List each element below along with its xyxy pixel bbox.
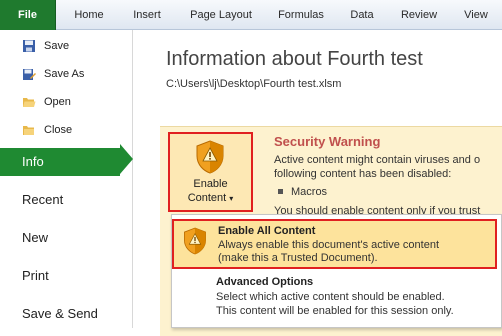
close-file-icon xyxy=(23,126,34,135)
file-path: C:\Users\lj\Desktop\Fourth test.xlsm xyxy=(166,78,342,90)
save-as-icon xyxy=(23,69,36,80)
advanced-options-desc1: Select which active content should be en… xyxy=(216,291,445,303)
backstage-nav: Save Save As Open Close Info Recent New … xyxy=(0,30,133,328)
advanced-options-desc2: This content will be enabled for this se… xyxy=(216,305,454,317)
nav-print[interactable]: Print xyxy=(0,262,133,290)
page-title: Information about Fourth test xyxy=(166,48,423,70)
nav-save-send[interactable]: Save & Send xyxy=(0,300,133,328)
shield-warning-icon xyxy=(196,140,224,174)
ribbon-tab-bar: File Home Insert Page Layout Formulas Da… xyxy=(0,0,502,30)
enable-all-content-desc2: (make this a Trusted Document). xyxy=(218,252,378,264)
save-as-label: Save As xyxy=(44,68,85,80)
enable-content-dropdown: Enable All Content Always enable this do… xyxy=(171,214,502,328)
close-label: Close xyxy=(44,124,73,136)
dropdown-arrow-icon: ▾ xyxy=(229,194,234,203)
enable-content-button[interactable]: Enable Content ▾ xyxy=(168,132,253,212)
tab-view[interactable]: View xyxy=(456,0,496,30)
folder-open-icon xyxy=(23,98,36,107)
tab-page-layout[interactable]: Page Layout xyxy=(182,0,260,30)
disabled-content-item: Macros xyxy=(291,186,328,198)
enable-all-content-option[interactable]: Enable All Content Always enable this do… xyxy=(172,219,497,269)
enable-button-label-line1: Enable xyxy=(193,178,228,190)
security-warning-line1: Active content might contain viruses and… xyxy=(274,154,481,166)
save-label: Save xyxy=(44,40,70,52)
nav-recent[interactable]: Recent xyxy=(0,186,133,214)
enable-button-label-line2: Content xyxy=(187,192,227,204)
tab-file[interactable]: File xyxy=(0,0,56,30)
tab-review[interactable]: Review xyxy=(394,0,444,30)
tab-data[interactable]: Data xyxy=(342,0,382,30)
nav-info[interactable]: Info xyxy=(0,148,120,176)
tab-formulas[interactable]: Formulas xyxy=(270,0,332,30)
shield-warning-icon xyxy=(184,227,206,255)
security-warning-title: Security Warning xyxy=(274,134,381,149)
nav-new[interactable]: New xyxy=(0,224,133,252)
advanced-options-option[interactable]: Advanced Options Select which active con… xyxy=(172,273,501,325)
tab-home[interactable]: Home xyxy=(66,0,112,30)
open-label: Open xyxy=(44,96,71,108)
active-nav-pointer xyxy=(120,144,133,174)
tab-insert[interactable]: Insert xyxy=(122,0,172,30)
bullet-icon xyxy=(278,189,283,194)
enable-all-content-desc1: Always enable this document's active con… xyxy=(218,239,439,251)
security-warning-line2: following content has been disabled: xyxy=(274,168,452,180)
enable-all-content-title: Enable All Content xyxy=(218,225,316,237)
save-icon xyxy=(23,40,35,52)
advanced-options-title: Advanced Options xyxy=(216,276,314,288)
